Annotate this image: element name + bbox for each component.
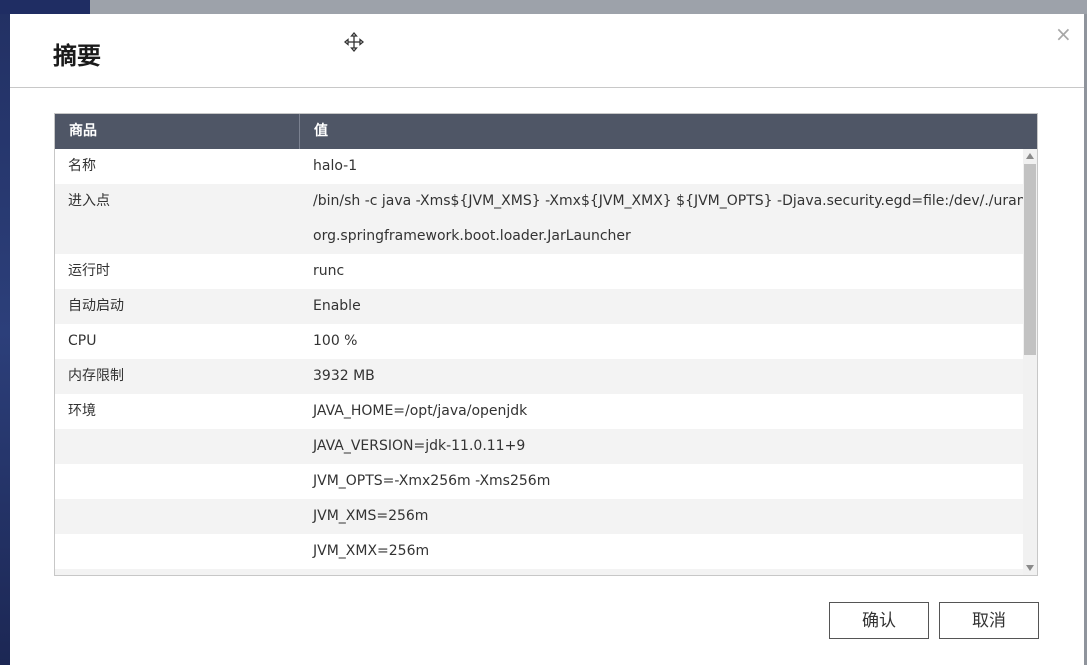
title-divider <box>10 87 1084 88</box>
table-row: JVM_XMS=256m <box>55 499 1023 534</box>
row-value: JVM_XMX=256m <box>300 534 1023 569</box>
scrollbar-thumb[interactable] <box>1024 164 1036 355</box>
background-left-strip <box>0 0 10 665</box>
table-row: CPU 100 % <box>55 324 1023 359</box>
row-value: 3932 MB <box>300 359 1023 394</box>
table-row: 自动启动 Enable <box>55 289 1023 324</box>
column-header-item: 商品 <box>55 114 300 149</box>
table-row: JAVA_VERSION=jdk-11.0.11+9 <box>55 429 1023 464</box>
table-row: JVM_OPTS=-Xmx256m -Xms256m <box>55 464 1023 499</box>
row-key <box>55 569 300 575</box>
table-row <box>55 569 1023 575</box>
row-value: JAVA_VERSION=jdk-11.0.11+9 <box>300 429 1023 464</box>
background-top-grey-strip <box>90 0 1087 14</box>
table-body[interactable]: 名称 halo-1 进入点 /bin/sh -c java -Xms${JVM_… <box>55 149 1023 575</box>
row-value: JAVA_HOME=/opt/java/openjdk <box>300 394 1023 429</box>
triangle-down-icon[interactable] <box>1023 561 1037 575</box>
table-row: 名称 halo-1 <box>55 149 1023 184</box>
column-header-value: 值 <box>300 114 1037 149</box>
row-value: JVM_XMS=256m <box>300 499 1023 534</box>
row-value: JVM_OPTS=-Xmx256m -Xms256m <box>300 464 1023 499</box>
row-key <box>55 429 300 464</box>
row-key: 内存限制 <box>55 359 300 394</box>
row-value <box>300 569 1023 575</box>
summary-table: 商品 值 名称 halo-1 进入点 /bin/sh -c java -Xms$… <box>54 113 1038 576</box>
row-key: 自动启动 <box>55 289 300 324</box>
row-key: 进入点 <box>55 184 300 219</box>
row-key <box>55 219 300 254</box>
table-row: 环境 JAVA_HOME=/opt/java/openjdk <box>55 394 1023 429</box>
row-value: 100 % <box>300 324 1023 359</box>
row-key: CPU <box>55 324 300 359</box>
table-row: org.springframework.boot.loader.JarLaunc… <box>55 219 1023 254</box>
row-key <box>55 534 300 569</box>
row-value: halo-1 <box>300 149 1023 184</box>
table-row: 进入点 /bin/sh -c java -Xms${JVM_XMS} -Xmx$… <box>55 184 1023 219</box>
cancel-button[interactable]: 取消 <box>939 602 1039 639</box>
row-value: org.springframework.boot.loader.JarLaunc… <box>300 219 1023 254</box>
table-row: 内存限制 3932 MB <box>55 359 1023 394</box>
row-key <box>55 499 300 534</box>
vertical-scrollbar[interactable] <box>1023 149 1037 575</box>
confirm-button[interactable]: 确认 <box>829 602 929 639</box>
move-icon[interactable] <box>343 31 365 53</box>
dialog-title: 摘要 <box>53 36 101 71</box>
row-key: 运行时 <box>55 254 300 289</box>
background-top-dark-strip <box>0 0 90 14</box>
close-icon[interactable]: × <box>1055 24 1072 44</box>
row-value: runc <box>300 254 1023 289</box>
table-header: 商品 值 <box>55 114 1037 149</box>
row-key: 环境 <box>55 394 300 429</box>
row-value: /bin/sh -c java -Xms${JVM_XMS} -Xmx${JVM… <box>300 184 1023 219</box>
row-key <box>55 464 300 499</box>
row-value: Enable <box>300 289 1023 324</box>
table-row: 运行时 runc <box>55 254 1023 289</box>
summary-dialog: 摘要 × 商品 值 名称 halo-1 进入点 /bin/sh -c java … <box>10 14 1084 665</box>
row-key: 名称 <box>55 149 300 184</box>
table-row: JVM_XMX=256m <box>55 534 1023 569</box>
triangle-up-icon[interactable] <box>1023 149 1037 163</box>
